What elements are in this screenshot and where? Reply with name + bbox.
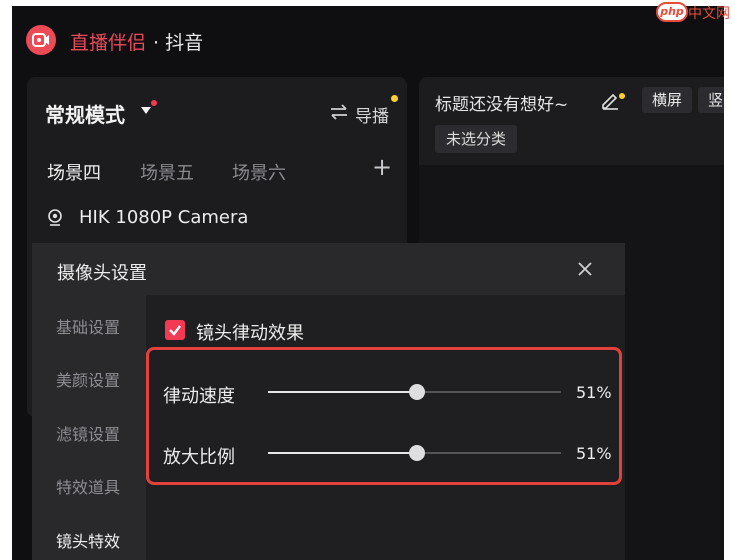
notification-dot [391, 95, 398, 102]
settings-nav: 基础设置 美颜设置 滤镜设置 特效道具 镜头特效 [32, 295, 146, 560]
portrait-button[interactable]: 竖 [698, 87, 724, 113]
rhythm-speed-row: 律动速度 51% [146, 372, 622, 412]
category-selector[interactable]: 未选分类 [435, 125, 518, 153]
lens-rhythm-label: 镜头律动效果 [196, 323, 304, 344]
mode-selector[interactable]: 常规模式 [45, 99, 125, 128]
director-label: 导播 [355, 107, 389, 127]
edit-pencil-icon[interactable] [600, 90, 620, 110]
app-logo-icon [26, 25, 56, 55]
stream-info-panel: 标题还没有想好~ 横屏 竖 未选分类 [419, 77, 724, 165]
caret-down-icon[interactable] [141, 107, 151, 114]
notification-dot [619, 93, 625, 99]
watermark-text: 中文网 [688, 6, 730, 22]
landscape-button[interactable]: 横屏 [642, 87, 693, 113]
lens-rhythm-checkbox[interactable] [165, 320, 185, 340]
slider-fill [268, 391, 418, 393]
watermark-badge: php [656, 2, 688, 22]
checkmark-icon [169, 325, 181, 336]
slider-fill [268, 452, 418, 454]
webcam-icon [48, 209, 62, 226]
app-name: 直播伴侣 [70, 32, 147, 54]
slider-thumb[interactable] [409, 384, 426, 400]
notification-dot [151, 100, 157, 106]
dialog-title: 摄像头设置 [57, 263, 147, 284]
close-icon[interactable] [577, 261, 593, 277]
nav-basic-settings[interactable]: 基础设置 [56, 314, 120, 338]
title-bar: 直播伴侣 · 抖音 [12, 6, 724, 68]
switch-arrows-icon [331, 104, 347, 120]
camera-settings-dialog: 摄像头设置 基础设置 美颜设置 滤镜设置 特效道具 镜头特效 镜头律动效果 律动… [32, 243, 625, 560]
nav-effect-props[interactable]: 特效道具 [56, 474, 120, 498]
tab-scene-5[interactable]: 场景五 [140, 159, 194, 185]
dialog-header: 摄像头设置 [32, 243, 625, 295]
rhythm-speed-slider[interactable] [268, 384, 561, 400]
camera-name: HIK 1080P Camera [79, 207, 249, 228]
add-scene-button[interactable]: + [372, 155, 392, 179]
stream-title: 标题还没有想好~ [435, 95, 569, 115]
rhythm-speed-label: 律动速度 [163, 386, 235, 407]
nav-lens-effects[interactable]: 镜头特效 [56, 528, 120, 552]
zoom-ratio-row: 放大比例 51% [146, 433, 622, 473]
rhythm-speed-value: 51% [576, 383, 612, 402]
zoom-ratio-value: 51% [576, 444, 612, 463]
nav-beauty-settings[interactable]: 美颜设置 [56, 367, 120, 391]
tab-scene-6[interactable]: 场景六 [232, 159, 286, 185]
tab-scene-4[interactable]: 场景四 [47, 159, 101, 185]
platform-name: · 抖音 [153, 32, 204, 54]
slider-thumb[interactable] [409, 445, 426, 461]
nav-filter-settings[interactable]: 滤镜设置 [56, 421, 120, 445]
zoom-ratio-label: 放大比例 [163, 447, 235, 468]
site-watermark: php 中文网 [656, 0, 735, 24]
zoom-ratio-slider[interactable] [268, 445, 561, 461]
app-window: 直播伴侣 · 抖音 常规模式 导播 场景四 场景五 场景六 + HIK 1080… [12, 6, 724, 560]
